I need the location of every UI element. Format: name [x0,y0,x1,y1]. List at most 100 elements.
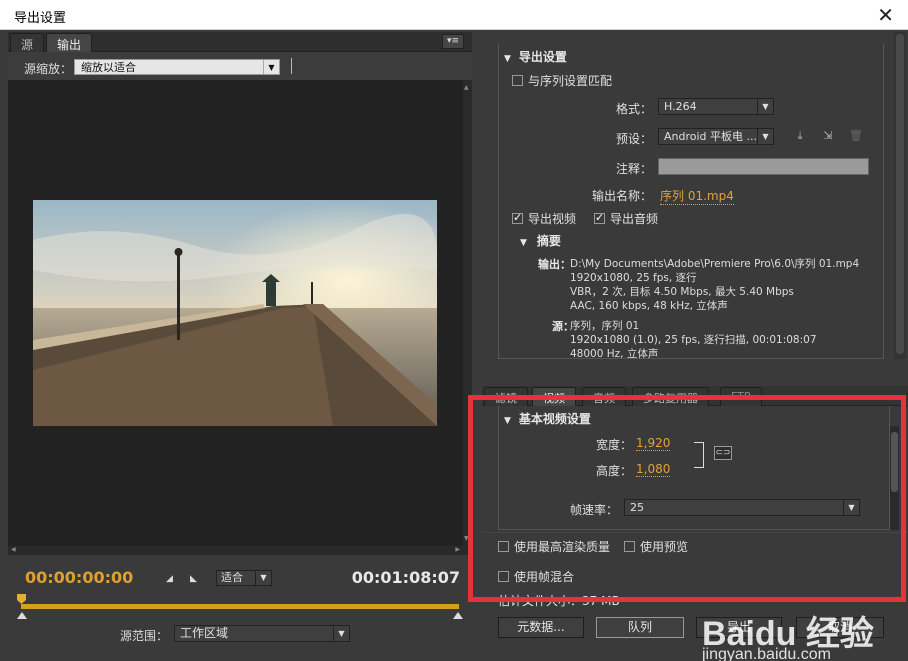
summary-source-line: 1920x1080 (1.0), 25 fps, 逐行扫描, 00:01:08:… [570,334,817,346]
tab-output[interactable]: 输出 [46,33,93,52]
out-point-marker[interactable] [453,612,463,619]
estimated-size: 估计文件大小：37 MB [498,592,620,609]
match-sequence-checkbox-row[interactable]: 与序列设置匹配 [512,72,612,89]
export-audio-checkbox[interactable] [594,211,605,224]
queue-button[interactable]: 队列 [596,617,684,638]
tab-audio[interactable]: 音频 [582,387,626,406]
tab-video[interactable]: 视频 [532,387,576,406]
comments-field[interactable] [658,158,869,175]
pier-sunset-image [33,200,437,426]
use-previews-row[interactable]: 使用预览 [624,538,688,555]
render-options-row: 使用最高渲染质量 使用预览 [482,532,908,556]
timeline-scrubber[interactable] [17,592,463,620]
match-sequence-checkbox[interactable] [512,75,523,86]
work-area-bar[interactable] [21,604,459,609]
frame-blend-checkbox[interactable] [498,571,509,582]
summary-source-line: 48000 Hz, 立体声 [570,348,659,360]
scroll-up-icon[interactable]: ▲ [464,84,469,91]
export-settings-dialog: 源 输出 ▾≡ 源缩放： 缩放以适合 ▼ ▲ ▼ ◀ ▶ 00:00:00:00… [0,30,908,661]
chain-link-icon[interactable]: ⊂⊃ [714,446,732,460]
preset-label: 预设： [615,132,652,146]
source-zoom-row: 源缩放： 缩放以适合 ▼ [8,52,472,80]
playhead-handle[interactable] [17,594,26,604]
summary-header[interactable]: ▼ 摘要 [520,232,561,249]
output-name-link[interactable]: 序列 01.mp4 [660,187,734,205]
max-render-checkbox[interactable] [498,541,509,552]
export-settings-header[interactable]: ▼ 导出设置 [504,48,567,65]
fit-value: 适合 [221,571,243,584]
cancel-button[interactable]: 取消 [796,617,884,638]
max-render-row[interactable]: 使用最高渲染质量 [498,538,610,555]
use-previews-checkbox[interactable] [624,541,635,552]
set-out-point-icon[interactable]: ◣ [190,574,197,584]
tab-source[interactable]: 源 [10,33,45,52]
tab-filters[interactable]: 滤镜 [484,387,528,406]
source-zoom-value: 缩放以适合 [81,61,136,74]
scroll-left-icon[interactable]: ◀ [11,546,16,553]
import-preset-icon[interactable]: ⇲ [820,129,836,143]
chevron-down-icon: ▼ [263,60,279,74]
collapse-triangle-icon[interactable]: ▼ [504,416,511,426]
source-range-value: 工作区域 [180,626,229,640]
timecode-row: 00:00:00:00 ◢ ◣ 适合 ▼ 00:01:08:07 [8,562,472,590]
save-preset-icon[interactable]: ⤓ [792,129,808,143]
source-zoom-label: 源缩放： [24,62,73,76]
scroll-down-icon[interactable]: ▼ [464,535,469,542]
fit-dropdown[interactable]: 适合 ▼ [216,570,272,586]
export-video-row[interactable]: 导出视频 [512,210,576,227]
tab-ftp: FTP [720,387,762,406]
collapse-triangle-icon[interactable]: ▼ [504,54,511,64]
comments-label: 注释： [615,162,652,176]
current-timecode[interactable]: 00:00:00:00 [25,568,133,587]
video-settings-scrollbar[interactable] [890,426,899,530]
export-button[interactable]: 导出 [696,617,782,638]
collapse-triangle-icon[interactable]: ▼ [520,238,527,248]
basic-video-header[interactable]: ▼ 基本视频设置 [504,410,591,427]
source-output-panel: 源 输出 ▾≡ 源缩放： 缩放以适合 ▼ ▲ ▼ ◀ ▶ 00:00:00:00… [8,32,472,661]
divider [291,58,292,74]
scrollbar-thumb[interactable] [896,34,904,354]
preview-viewer [8,80,463,546]
chevron-down-icon: ▼ [333,626,349,641]
frame-blend-row[interactable]: 使用帧混合 [498,568,574,585]
viewer-vertical-scrollbar[interactable]: ▲ ▼ [463,80,472,546]
chevron-down-icon: ▼ [255,571,271,585]
chevron-down-icon: ▼ [843,500,859,515]
export-audio-label: 导出音频 [610,212,659,226]
est-size-label: 估计文件大小： [498,594,583,608]
settings-panel: ▼ 导出设置 与序列设置匹配 格式： H.264 ▼ 预设： Android 平板… [482,32,908,661]
source-range-label: 源范围： [120,629,169,643]
export-audio-row[interactable]: 导出音频 [594,210,658,227]
preset-dropdown[interactable]: Android 平板电 ... ▼ [658,128,774,145]
viewer-horizontal-scrollbar[interactable]: ◀ ▶ [8,546,472,555]
scroll-right-icon[interactable]: ▶ [455,546,460,553]
metadata-button[interactable]: 元数据... [498,617,584,638]
panel-menu-icon[interactable]: ▾≡ [442,34,464,49]
settings-tab-bar: 滤镜 视频 音频 多路复用器 FTP [482,386,908,406]
framerate-dropdown[interactable]: 25 ▼ [624,499,860,516]
close-icon[interactable]: ✕ [877,3,894,27]
summary-source-line: 序列，序列 01 [570,320,640,332]
max-render-label: 使用最高渲染质量 [514,540,611,554]
output-name-label: 输出名称： [591,189,652,203]
aspect-bracket [694,442,704,468]
summary-output-line: VBR，2 次, 目标 4.50 Mbps, 最大 5.40 Mbps [570,286,794,298]
source-zoom-dropdown[interactable]: 缩放以适合 ▼ [74,59,280,75]
set-in-point-icon[interactable]: ◢ [166,574,173,584]
settings-scrollbar[interactable] [894,32,906,359]
format-dropdown[interactable]: H.264 ▼ [658,98,774,115]
tab-multiplexer[interactable]: 多路复用器 [632,387,709,406]
source-range-row: 源范围： 工作区域 ▼ [8,622,472,648]
framerate-label: 帧速率： [569,503,618,517]
left-tab-bar: 源 输出 ▾≡ [8,32,472,52]
est-size-value: 37 MB [582,594,620,608]
in-point-marker[interactable] [17,612,27,619]
scrollbar-thumb[interactable] [891,432,898,492]
export-video-checkbox[interactable] [512,211,523,224]
match-sequence-label: 与序列设置匹配 [528,74,613,88]
width-value[interactable]: 1,920 [636,436,671,451]
source-range-dropdown[interactable]: 工作区域 ▼ [174,625,350,642]
height-value[interactable]: 1,080 [636,462,671,477]
frame-blend-label: 使用帧混合 [514,570,575,584]
duration-timecode: 00:01:08:07 [351,568,460,587]
